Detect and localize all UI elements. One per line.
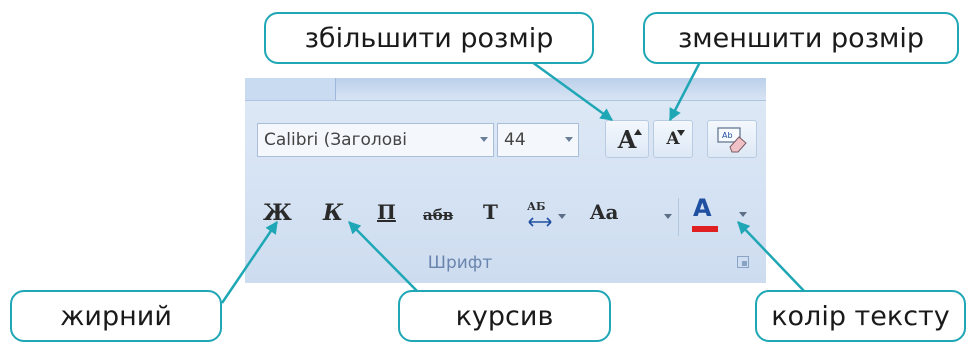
callout-italic: курсив — [398, 290, 611, 342]
callout-shrink-font: зменшити розмір — [643, 12, 959, 64]
font-ribbon-group: Calibri (Заголові 44 A A Ab Ж К П абв T … — [245, 78, 766, 283]
callout-font-color: колір тексту — [755, 290, 966, 342]
ribbon-tab[interactable] — [245, 78, 336, 100]
change-case-button[interactable]: Aa — [590, 200, 618, 236]
underline-button[interactable]: П — [377, 200, 396, 236]
eraser-icon: Ab — [717, 127, 747, 153]
font-color-swatch — [692, 226, 718, 232]
text-effect-button[interactable]: T — [483, 200, 498, 236]
font-name-value: Calibri (Заголові — [264, 130, 407, 150]
svg-text:Ab: Ab — [722, 131, 733, 140]
dialog-launcher-icon[interactable] — [737, 256, 749, 268]
chevron-down-icon — [480, 137, 488, 142]
arrow-up-icon — [634, 129, 642, 135]
group-label: Шрифт — [427, 253, 493, 273]
font-name-combobox[interactable]: Calibri (Заголові — [257, 123, 494, 157]
italic-button[interactable]: К — [323, 200, 343, 236]
chevron-down-icon — [558, 214, 566, 219]
font-size-combobox[interactable]: 44 — [497, 123, 579, 157]
callout-grow-font: збільшити розмір — [264, 12, 594, 64]
bold-button[interactable]: Ж — [263, 200, 292, 236]
font-size-value: 44 — [504, 130, 526, 150]
arrow-down-icon — [677, 130, 685, 136]
spacing-arrows-icon — [528, 217, 552, 227]
shrink-font-button[interactable]: A — [653, 120, 693, 158]
chevron-down-icon — [565, 137, 573, 142]
strikethrough-button[interactable]: абв — [423, 206, 453, 224]
chevron-down-icon — [664, 214, 672, 219]
grow-font-button[interactable]: A — [605, 120, 649, 158]
divider — [678, 198, 679, 236]
chevron-down-icon — [739, 212, 747, 217]
clear-formatting-button[interactable]: Ab — [707, 120, 757, 158]
character-spacing-button[interactable]: АБ — [527, 200, 545, 213]
font-color-button[interactable]: A — [693, 194, 712, 222]
callout-bold: жирний — [10, 290, 222, 342]
